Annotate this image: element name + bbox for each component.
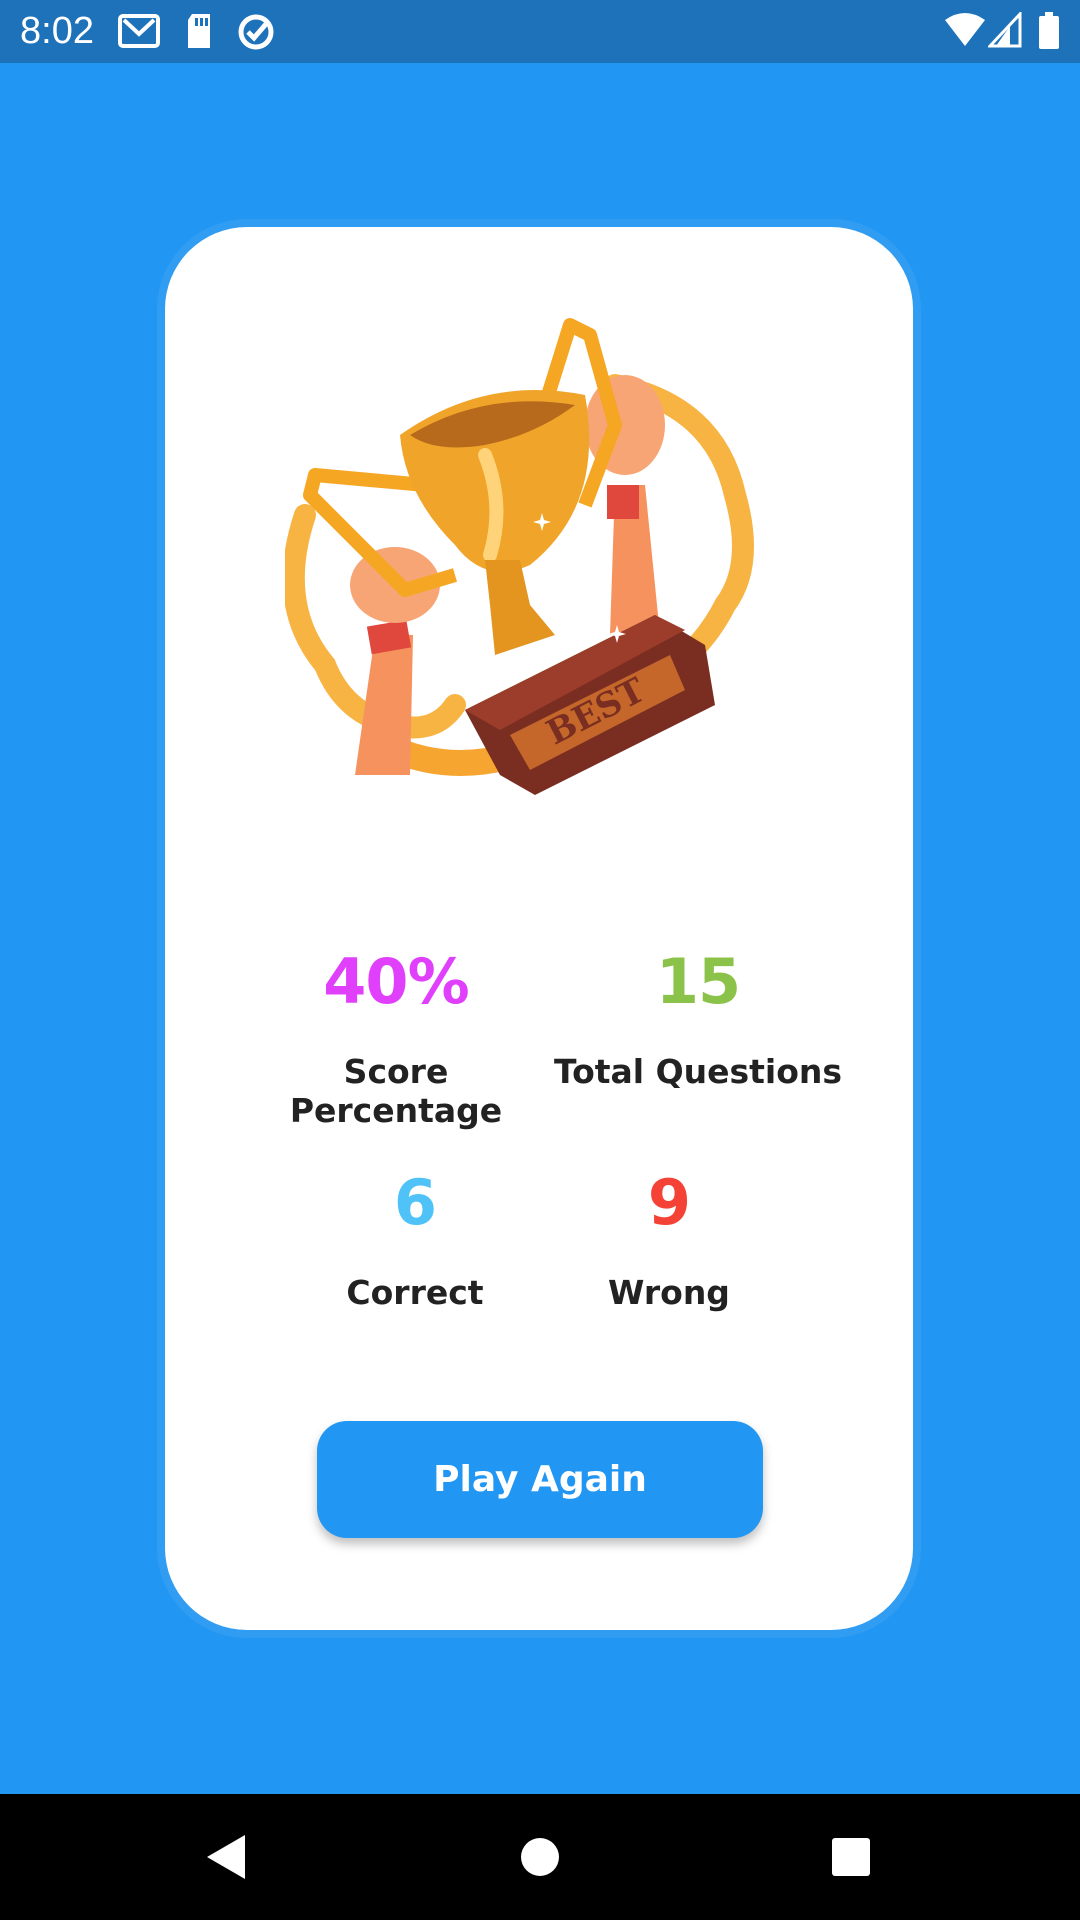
status-bar: 8:02 (0, 0, 1080, 63)
total-questions-label: Total Questions (553, 1052, 843, 1091)
trophy-illustration: BEST (285, 318, 754, 795)
score-percentage-label: Score Percentage (289, 1052, 503, 1130)
battery-icon (1038, 12, 1060, 54)
signal-icon (986, 10, 1022, 52)
home-button[interactable] (470, 1794, 610, 1920)
navigation-bar (0, 1794, 1080, 1920)
total-questions-value: 15 (655, 945, 741, 1018)
sd-card-icon (184, 12, 214, 54)
home-icon (521, 1838, 559, 1876)
gmail-icon (118, 12, 160, 54)
recents-button[interactable] (781, 1794, 921, 1920)
wrong-label: Wrong (608, 1273, 730, 1312)
wifi-icon (944, 12, 986, 52)
score-percentage-value: 40% (323, 945, 469, 1018)
play-again-button[interactable]: Play Again (317, 1421, 763, 1538)
wrong-value: 9 (647, 1166, 691, 1239)
back-icon (207, 1835, 245, 1879)
back-button[interactable] (155, 1794, 295, 1920)
recents-icon (832, 1838, 870, 1876)
status-time: 8:02 (20, 10, 94, 52)
sync-icon (236, 12, 276, 56)
